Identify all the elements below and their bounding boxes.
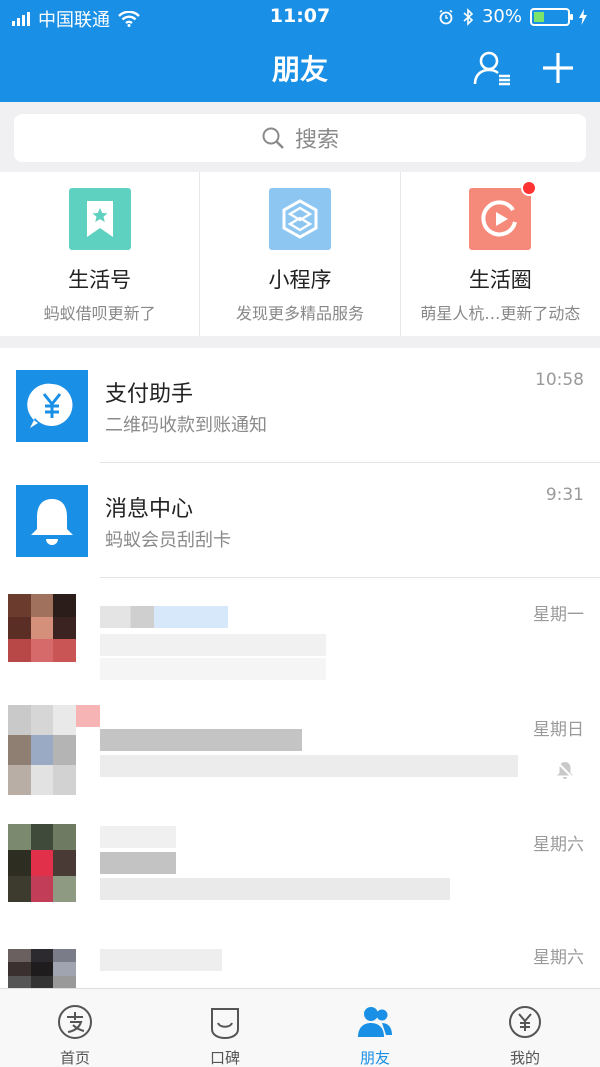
charging-icon <box>579 8 587 25</box>
avatar <box>8 594 76 662</box>
alarm-icon <box>439 9 453 24</box>
app-subtitle: 蚂蚁借呗更新了 <box>43 304 156 323</box>
battery-percent: 30% <box>481 6 522 27</box>
message-list: 支付助手 二维码收款到账通知 10:58 消息中心 蚂蚁会员刮刮卡 9:31 星… <box>0 348 600 989</box>
app-tile <box>68 188 131 250</box>
battery-icon <box>530 7 573 26</box>
blurred-name <box>100 826 176 848</box>
tab-home[interactable]: 首页 <box>0 989 150 1067</box>
status-bar: 中国联通 11:07 30% <box>0 0 600 34</box>
top-bar: 中国联通 11:07 30% 朋友 <box>0 0 600 102</box>
row-title: 消息中心 <box>105 497 194 522</box>
mute-bell-icon <box>556 761 574 779</box>
app-subtitle: 萌星人杭…更新了动态 <box>420 304 581 323</box>
row-time: 10:58 <box>535 370 584 390</box>
tab-koubei[interactable]: 口碑 <box>150 989 300 1067</box>
row-time: 9:31 <box>545 485 584 505</box>
blurred-name <box>100 729 302 751</box>
blurred-message <box>100 658 326 680</box>
blurred-name <box>100 606 228 628</box>
tab-label: 首页 <box>59 1049 90 1067</box>
app-shenghuoquan[interactable]: 生活圈 萌星人杭…更新了动态 <box>399 172 600 336</box>
app-name: 生活号 <box>68 268 132 292</box>
search-input[interactable]: 搜索 <box>14 114 586 162</box>
app-xiaochengxu[interactable]: 小程序 发现更多精品服务 <box>199 172 399 336</box>
blurred-tag <box>76 705 100 727</box>
bell-icon <box>16 485 88 557</box>
hexagon-cube-icon <box>282 199 318 239</box>
tab-label: 我的 <box>509 1049 540 1067</box>
app-name: 生活圈 <box>468 268 532 292</box>
app-subtitle: 发现更多精品服务 <box>235 304 364 323</box>
wallet-yen-icon <box>509 1006 541 1038</box>
blurred-message <box>100 755 518 777</box>
app-tile <box>268 188 331 250</box>
list-item[interactable]: 消息中心 蚂蚁会员刮刮卡 9:31 <box>0 463 600 578</box>
yen-bubble-icon <box>16 370 88 442</box>
app-tile <box>469 180 538 250</box>
blurred-message <box>100 634 326 656</box>
row-time: 星期日 <box>533 720 584 740</box>
search-placeholder: 搜索 <box>294 128 339 153</box>
avatar <box>8 949 76 989</box>
blurred-name <box>100 852 176 874</box>
blurred-message <box>100 878 450 900</box>
list-item[interactable]: 星期六 <box>0 923 600 989</box>
bookmark-star-icon <box>86 201 113 237</box>
apps-row: 生活号 蚂蚁借呗更新了 小程序 发现更多精品服务 生活圈 萌星人杭…更新了动态 <box>0 172 600 336</box>
tab-label: 朋友 <box>359 1049 390 1067</box>
list-item[interactable]: 星期日 <box>0 693 600 808</box>
tab-bar: 首页 口碑 朋友 我的 <box>0 988 600 1067</box>
alipay-zhi-icon <box>58 1005 92 1039</box>
app-name: 小程序 <box>268 268 332 292</box>
bluetooth-icon <box>463 7 474 26</box>
row-time: 星期六 <box>533 948 584 968</box>
tab-mine[interactable]: 我的 <box>450 989 600 1067</box>
avatar <box>8 824 76 902</box>
list-item[interactable]: 支付助手 二维码收款到账通知 10:58 <box>0 348 600 463</box>
list-item[interactable]: 星期六 <box>0 808 600 923</box>
notification-dot <box>521 180 538 196</box>
friends-icon <box>358 1007 392 1037</box>
search-section: 搜索 <box>0 102 600 172</box>
avatar <box>8 705 76 795</box>
koubei-bag-icon <box>211 1008 239 1040</box>
contacts-list-icon[interactable] <box>472 48 512 88</box>
search-icon <box>262 127 284 149</box>
blurred-name <box>100 949 222 971</box>
row-subtitle: 二维码收款到账通知 <box>105 415 267 436</box>
row-subtitle: 蚂蚁会员刮刮卡 <box>105 530 231 551</box>
add-icon[interactable] <box>538 48 578 88</box>
app-shenghuohao[interactable]: 生活号 蚂蚁借呗更新了 <box>0 172 199 336</box>
tab-friends[interactable]: 朋友 <box>300 989 450 1067</box>
tab-label: 口碑 <box>209 1049 240 1067</box>
row-time: 星期一 <box>533 605 584 625</box>
play-circle-icon <box>481 200 518 237</box>
row-time: 星期六 <box>533 835 584 855</box>
list-item[interactable]: 星期一 <box>0 578 600 693</box>
row-title: 支付助手 <box>105 382 194 407</box>
